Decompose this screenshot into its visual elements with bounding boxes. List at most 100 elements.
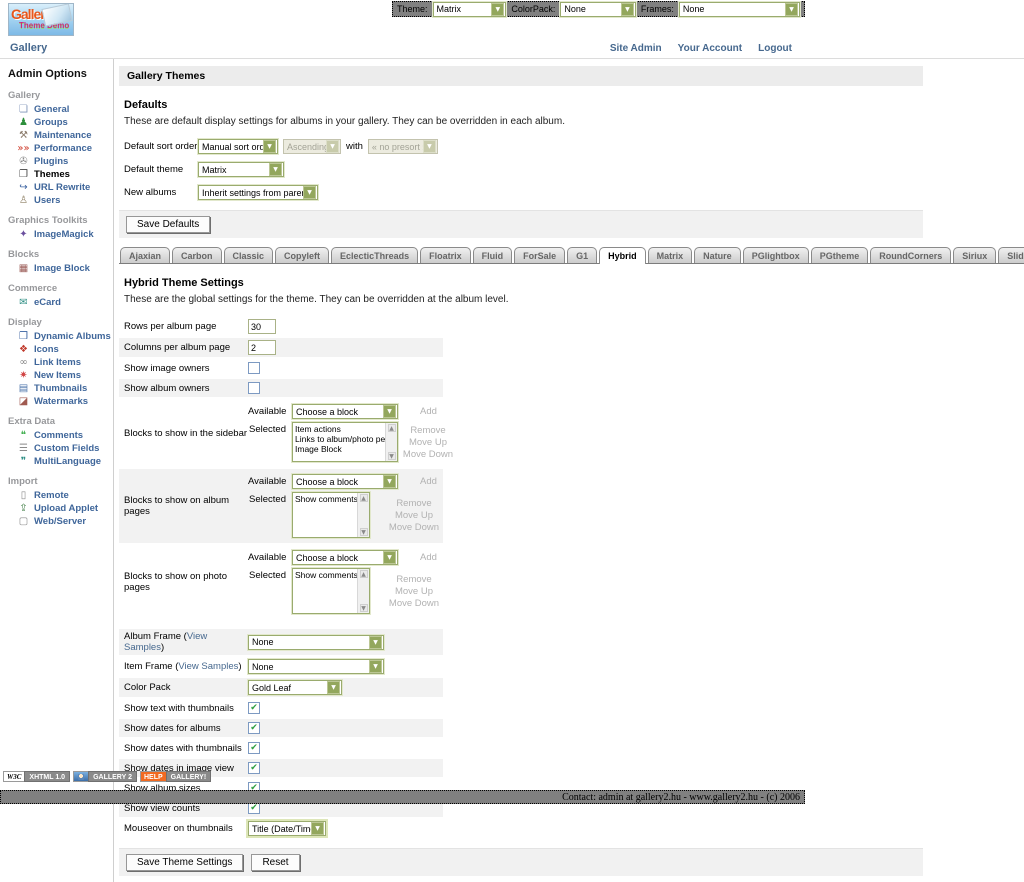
listbox-option[interactable]: Show comments [295, 570, 357, 580]
gallery-theme-demo-logo[interactable]: Gallery Theme Demo [8, 3, 74, 36]
rows-per-page-input[interactable] [248, 319, 276, 334]
scrollbar[interactable]: ▲▼ [357, 493, 369, 537]
scroll-down-icon[interactable]: ▼ [360, 604, 368, 612]
available-block-select[interactable]: Choose a block ▼ [292, 550, 398, 565]
sidebar-item-thumbnails[interactable]: ▤Thumbnails [0, 382, 113, 395]
scrollbar[interactable]: ▲▼ [357, 569, 369, 613]
sidebar-item-remote[interactable]: ▯Remote [0, 489, 113, 502]
move-down-link[interactable]: Move Down [403, 449, 453, 460]
sidebar-item-new-items[interactable]: ✷New Items [0, 369, 113, 382]
item-frame-view-samples-link[interactable]: View Samples [178, 661, 238, 672]
show-album-owners-checkbox[interactable] [248, 382, 260, 394]
tab-classic[interactable]: Classic [224, 247, 274, 263]
save-theme-settings-button[interactable]: Save Theme Settings [126, 854, 243, 871]
theme-select[interactable]: Matrix ▼ [433, 2, 507, 17]
sidebar-item-custom-fields[interactable]: ☰Custom Fields [0, 442, 113, 455]
move-up-link[interactable]: Move Up [395, 510, 433, 521]
item-frame-select[interactable]: None ▼ [248, 659, 384, 674]
sidebar-item-groups[interactable]: ♟Groups [0, 116, 113, 129]
logout-link[interactable]: Logout [758, 43, 792, 54]
sidebar-item-plugins[interactable]: ✇Plugins [0, 155, 113, 168]
tab-eclecticthreads[interactable]: EclecticThreads [331, 247, 418, 263]
scroll-up-icon[interactable]: ▲ [388, 424, 396, 432]
reset-button[interactable]: Reset [251, 854, 299, 871]
tab-roundcorners[interactable]: RoundCorners [870, 247, 951, 263]
save-defaults-button[interactable]: Save Defaults [126, 216, 210, 233]
sidebar-item-ecard[interactable]: ✉eCard [0, 296, 113, 309]
listbox-option[interactable]: Item actions [295, 424, 385, 434]
scroll-down-icon[interactable]: ▼ [360, 528, 368, 536]
scroll-up-icon[interactable]: ▲ [360, 570, 368, 578]
selected-blocks-listbox[interactable]: Show comments ▲▼ [292, 492, 370, 538]
tab-pglightbox[interactable]: PGlightbox [743, 247, 809, 263]
colorpack-select[interactable]: None ▼ [560, 2, 636, 17]
remove-link[interactable]: Remove [396, 498, 431, 509]
sidebar-item-url-rewrite[interactable]: ↪URL Rewrite [0, 181, 113, 194]
tab-matrix[interactable]: Matrix [648, 247, 693, 263]
w3c-xhtml-badge[interactable]: W3C XHTML 1.0 [3, 771, 70, 782]
add-link[interactable]: Add [420, 474, 437, 487]
selected-blocks-listbox[interactable]: Item actionsLinks to album/photo peersIm… [292, 422, 398, 462]
sidebar-item-themes[interactable]: ❐Themes [0, 168, 113, 181]
sidebar-item-performance[interactable]: »»Performance [0, 142, 113, 155]
your-account-link[interactable]: Your Account [678, 43, 742, 54]
sidebar-item-maintenance[interactable]: ⚒Maintenance [0, 129, 113, 142]
scroll-up-icon[interactable]: ▲ [360, 494, 368, 502]
gallery2-badge[interactable]: GALLERY 2 [73, 771, 137, 782]
help-gallery-badge[interactable]: HELP GALLERY! [140, 771, 211, 782]
sidebar-item-icons[interactable]: ❖Icons [0, 343, 113, 356]
remove-link[interactable]: Remove [396, 574, 431, 585]
tab-fluid[interactable]: Fluid [473, 247, 513, 263]
sidebar-item-comments[interactable]: ❝Comments [0, 429, 113, 442]
tab-hybrid[interactable]: Hybrid [599, 247, 646, 264]
move-up-link[interactable]: Move Up [395, 586, 433, 597]
color-pack-select[interactable]: Gold Leaf ▼ [248, 680, 342, 695]
tab-nature[interactable]: Nature [694, 247, 741, 263]
sidebar-item-image-block[interactable]: ▦Image Block [0, 262, 113, 275]
sidebar-item-dynamic-albums[interactable]: ❒Dynamic Albums [0, 330, 113, 343]
listbox-option[interactable]: Image Block [295, 444, 385, 454]
show-image-owners-checkbox[interactable] [248, 362, 260, 374]
available-block-select[interactable]: Choose a block ▼ [292, 404, 398, 419]
sidebar-item-users[interactable]: ♙Users [0, 194, 113, 207]
tab-ajaxian[interactable]: Ajaxian [120, 247, 170, 263]
sidebar-item-upload-applet[interactable]: ⇪Upload Applet [0, 502, 113, 515]
checkbox[interactable]: ✔ [248, 722, 260, 734]
scroll-down-icon[interactable]: ▼ [388, 452, 396, 460]
add-link[interactable]: Add [420, 550, 437, 563]
remove-link[interactable]: Remove [410, 425, 445, 436]
tab-forsale[interactable]: ForSale [514, 247, 565, 263]
tab-siriux[interactable]: Siriux [953, 247, 996, 263]
mouseover-select[interactable]: Title (Date/Time) ▼ [248, 821, 326, 836]
breadcrumb-gallery[interactable]: Gallery [10, 42, 47, 54]
frames-select[interactable]: None ▼ [679, 2, 800, 17]
site-admin-link[interactable]: Site Admin [610, 43, 662, 54]
tab-g1[interactable]: G1 [567, 247, 597, 263]
selected-blocks-listbox[interactable]: Show comments ▲▼ [292, 568, 370, 614]
sort-order-select[interactable]: Manual sort order ▼ [198, 139, 278, 154]
album-frame-select[interactable]: None ▼ [248, 635, 384, 650]
sidebar-item-web-server[interactable]: ▢Web/Server [0, 515, 113, 528]
listbox-option[interactable]: Show comments [295, 494, 357, 504]
checkbox[interactable]: ✔ [248, 702, 260, 714]
listbox-option[interactable]: Links to album/photo peers [295, 434, 385, 444]
tab-pgtheme[interactable]: PGtheme [811, 247, 869, 263]
sidebar-item-link-items[interactable]: ∞Link Items [0, 356, 113, 369]
sidebar-item-watermarks[interactable]: ◪Watermarks [0, 395, 113, 408]
move-up-link[interactable]: Move Up [409, 437, 447, 448]
checkbox[interactable]: ✔ [248, 742, 260, 754]
sidebar-item-general[interactable]: ❏General [0, 103, 113, 116]
tab-copyleft[interactable]: Copyleft [275, 247, 329, 263]
sidebar-item-multilanguage[interactable]: ❞MultiLanguage [0, 455, 113, 468]
tab-floatrix[interactable]: Floatrix [420, 247, 471, 263]
available-block-select[interactable]: Choose a block ▼ [292, 474, 398, 489]
default-theme-select[interactable]: Matrix ▼ [198, 162, 284, 177]
move-down-link[interactable]: Move Down [389, 522, 439, 533]
tab-carbon[interactable]: Carbon [172, 247, 222, 263]
columns-per-page-input[interactable] [248, 340, 276, 355]
tab-slider[interactable]: Slider [998, 247, 1024, 263]
move-down-link[interactable]: Move Down [389, 598, 439, 609]
checkbox[interactable]: ✔ [248, 762, 260, 774]
scrollbar[interactable]: ▲▼ [385, 423, 397, 461]
add-link[interactable]: Add [420, 404, 437, 417]
